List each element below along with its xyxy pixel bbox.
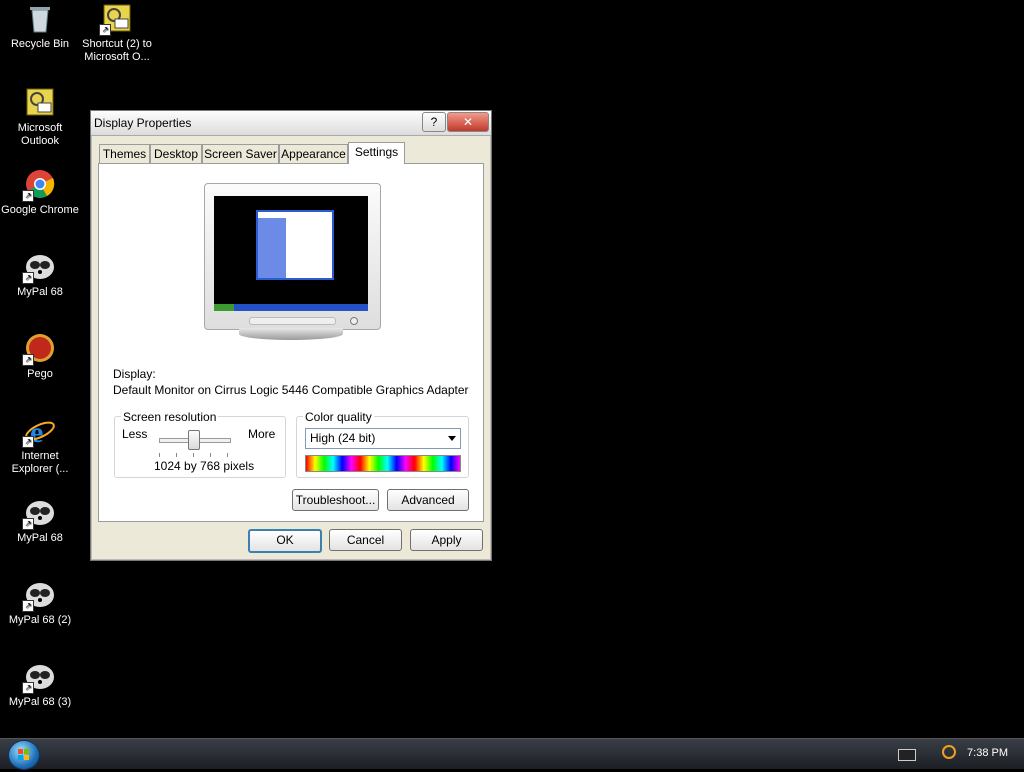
shortcut-arrow-icon: ↗ xyxy=(22,436,34,448)
tab-themes[interactable]: Themes xyxy=(99,144,150,163)
desktop-icon-mypal-68[interactable]: ↗ MyPal 68 xyxy=(0,250,80,299)
resolution-slider-thumb[interactable] xyxy=(188,430,200,450)
pego-icon: ↗ xyxy=(22,332,56,366)
desktop-icon-label: Google Chrome xyxy=(1,204,79,216)
desktop-icon-microsoft-outlook[interactable]: Microsoft Outlook xyxy=(0,86,80,148)
search-icon[interactable] xyxy=(942,745,956,759)
desktop-icon-mypal-68-2[interactable]: ↗ MyPal 68 (2) xyxy=(0,578,80,627)
mypal-icon: ↗ xyxy=(22,660,56,694)
help-icon: ? xyxy=(430,115,438,129)
windows-logo-icon xyxy=(18,749,29,760)
tab-settings[interactable]: Settings xyxy=(348,142,405,164)
chevron-down-icon[interactable] xyxy=(448,436,456,441)
mini-window-sidebar xyxy=(258,218,286,278)
resolution-more-label: More xyxy=(248,427,276,441)
resolution-less-label: Less xyxy=(122,427,148,441)
slider-tick xyxy=(193,453,194,457)
settings-panel: Display: Default Monitor on Cirrus Logic… xyxy=(98,163,484,522)
desktop-icon-label: MyPal 68 xyxy=(17,286,63,298)
desktop-icon-label: MyPal 68 (3) xyxy=(8,696,72,708)
desktop-icon-internet-explorer[interactable]: e ↗ Internet Explorer (... xyxy=(0,414,80,476)
monitor-stand xyxy=(239,328,343,340)
help-button[interactable]: ? xyxy=(422,112,446,132)
tab-appearance[interactable]: Appearance xyxy=(279,144,348,163)
outlook-icon: ↗ xyxy=(99,2,133,36)
desktop-icon-mypal-68-b[interactable]: ↗ MyPal 68 xyxy=(0,496,80,545)
shortcut-arrow-icon: ↗ xyxy=(22,682,34,694)
tray-clock[interactable]: 7:38 PM xyxy=(967,747,1008,759)
tab-desktop[interactable]: Desktop xyxy=(150,144,202,163)
troubleshoot-button[interactable]: Troubleshoot... xyxy=(292,489,379,511)
advanced-button[interactable]: Advanced xyxy=(387,489,469,511)
display-properties-dialog: Display Properties ? ✕ Themes Desktop Sc… xyxy=(90,110,492,561)
slider-tick xyxy=(176,453,177,457)
shortcut-arrow-icon: ↗ xyxy=(22,272,34,284)
shortcut-arrow-icon: ↗ xyxy=(22,518,34,530)
apply-button[interactable]: Apply xyxy=(410,529,483,551)
desktop-icon-label: MyPal 68 (2) xyxy=(8,614,72,626)
slider-tick xyxy=(210,453,211,457)
close-icon: ✕ xyxy=(462,115,474,129)
display-label: Display: xyxy=(113,367,156,381)
mini-taskbar xyxy=(214,304,368,311)
monitor-bezel xyxy=(249,317,336,325)
desktop-icon-recycle-bin[interactable]: Recycle Bin xyxy=(0,2,80,51)
dialog-titlebar[interactable]: Display Properties ? ✕ xyxy=(91,111,491,136)
color-quality-value: High (24 bit) xyxy=(310,431,376,445)
outlook-icon xyxy=(24,86,56,118)
color-spectrum-bar xyxy=(305,455,461,472)
desktop-icon-label: MyPal 68 xyxy=(17,532,63,544)
tab-screen-saver[interactable]: Screen Saver xyxy=(202,144,279,163)
dialog-title: Display Properties xyxy=(94,116,192,130)
cancel-button[interactable]: Cancel xyxy=(329,529,402,551)
color-quality-legend: Color quality xyxy=(303,410,374,424)
mypal-icon: ↗ xyxy=(22,578,56,612)
desktop-icon-label: Microsoft Outlook xyxy=(17,122,63,147)
keyboard-icon[interactable] xyxy=(898,749,916,761)
desktop-icon-label: Pego xyxy=(27,368,53,380)
mypal-icon: ↗ xyxy=(22,250,56,284)
desktop-icon-label: Internet Explorer (... xyxy=(11,450,69,475)
ie-icon: e ↗ xyxy=(22,414,56,449)
resolution-value: 1024 by 768 pixels xyxy=(154,459,255,473)
recycle-bin-icon xyxy=(24,2,56,34)
display-value: Default Monitor on Cirrus Logic 5446 Com… xyxy=(113,383,469,397)
start-button[interactable] xyxy=(8,740,40,770)
shortcut-arrow-icon: ↗ xyxy=(99,24,111,36)
shortcut-arrow-icon: ↗ xyxy=(22,190,34,202)
power-button-icon xyxy=(350,317,358,325)
screen-resolution-legend: Screen resolution xyxy=(121,410,219,424)
desktop-icon-label: Shortcut (2) to Microsoft O... xyxy=(82,38,152,63)
shortcut-arrow-icon: ↗ xyxy=(22,354,34,366)
taskbar: 7:38 PM xyxy=(0,738,1024,770)
slider-tick xyxy=(159,453,160,457)
slider-tick xyxy=(227,453,228,457)
desktop-icon-shortcut-outlook[interactable]: ↗ Shortcut (2) to Microsoft O... xyxy=(77,2,157,64)
ok-button[interactable]: OK xyxy=(248,529,322,553)
color-quality-select[interactable]: High (24 bit) xyxy=(305,428,461,449)
desktop-icon-pego[interactable]: ↗ Pego xyxy=(0,332,80,381)
monitor-screen xyxy=(214,196,368,311)
mypal-icon: ↗ xyxy=(22,496,56,530)
shortcut-arrow-icon: ↗ xyxy=(22,600,34,612)
desktop-icon-label: Recycle Bin xyxy=(10,38,70,50)
chrome-icon: ↗ xyxy=(22,168,56,202)
mini-start-button xyxy=(214,304,234,311)
desktop-icon-google-chrome[interactable]: ↗ Google Chrome xyxy=(0,168,80,217)
mini-window-preview xyxy=(256,210,334,280)
close-button[interactable]: ✕ xyxy=(447,112,489,132)
monitor-preview xyxy=(204,183,381,330)
desktop-icon-mypal-68-3[interactable]: ↗ MyPal 68 (3) xyxy=(0,660,80,709)
